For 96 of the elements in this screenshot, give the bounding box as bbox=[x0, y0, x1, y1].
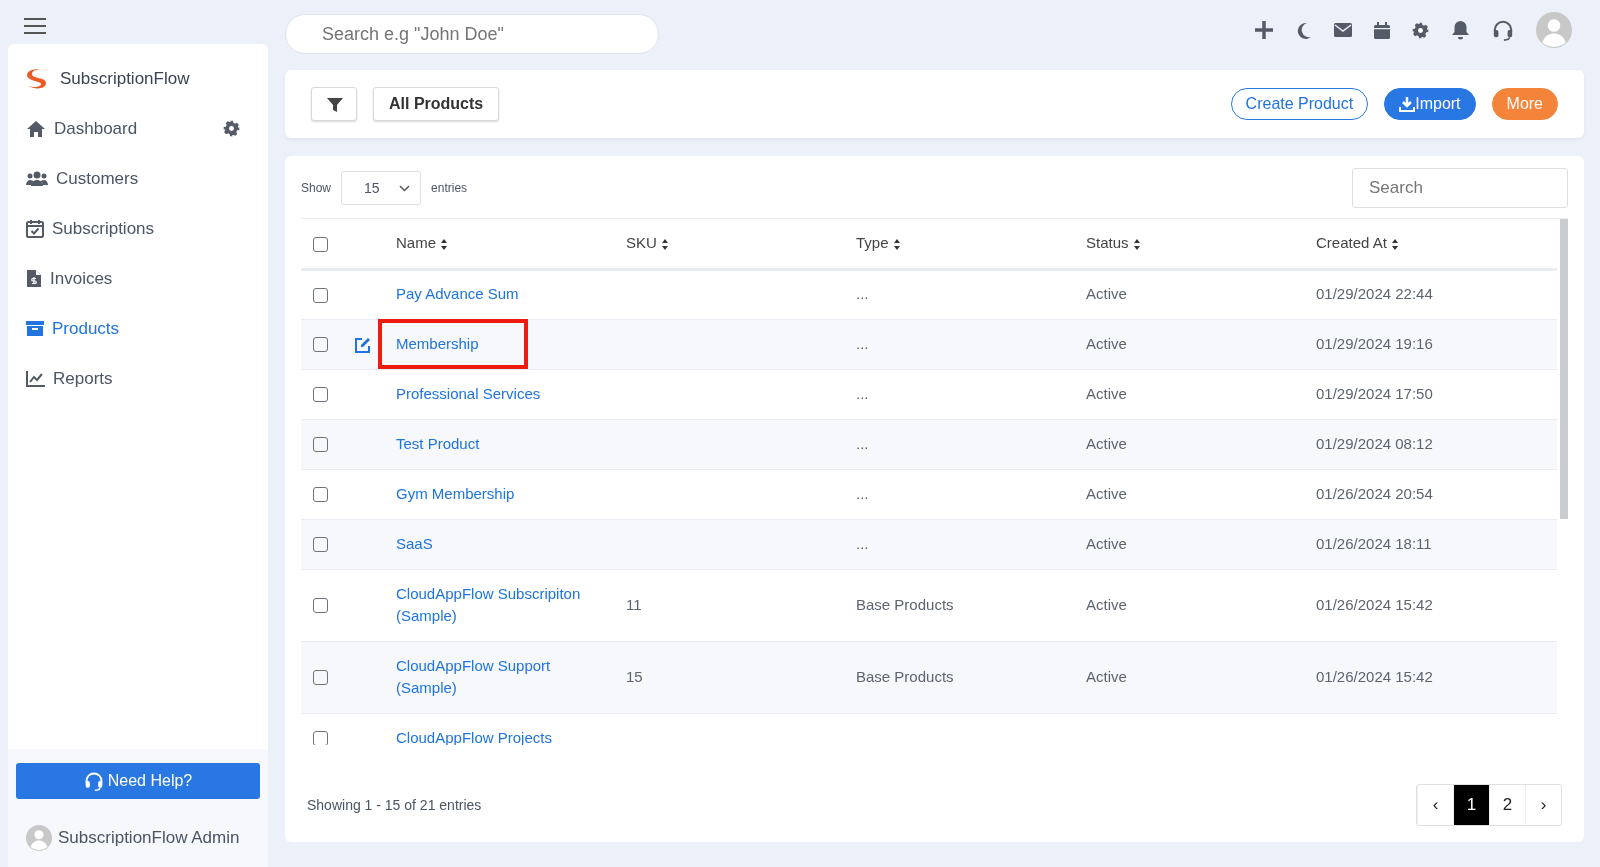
table-cell: ... bbox=[856, 484, 869, 502]
entries-info: Showing 1 - 15 of 21 entries bbox=[307, 795, 482, 815]
show-label: Show bbox=[301, 180, 332, 197]
calendar-icon[interactable] bbox=[1374, 21, 1390, 39]
page-link[interactable]: › bbox=[1525, 785, 1561, 825]
chevron-down-icon bbox=[399, 184, 411, 192]
product-link[interactable]: Gym Membership bbox=[396, 482, 515, 506]
invoice-icon bbox=[26, 269, 42, 288]
table-cell: Active bbox=[1086, 285, 1127, 303]
table-cell: Base Products bbox=[856, 667, 954, 685]
column-header[interactable]: SKU bbox=[626, 234, 669, 251]
checkbox[interactable] bbox=[313, 731, 328, 745]
archive-box-icon bbox=[26, 320, 44, 337]
sidebar-item[interactable]: Subscriptions bbox=[8, 203, 268, 254]
view-button[interactable]: All Products bbox=[373, 87, 500, 121]
column-header[interactable]: Type bbox=[856, 234, 901, 251]
search-field[interactable]: Search bbox=[1352, 168, 1568, 208]
checkbox[interactable] bbox=[313, 670, 328, 686]
user-name[interactable]: SubscriptionFlow Admin bbox=[58, 825, 240, 851]
brand-name: SubscriptionFlow bbox=[60, 68, 190, 90]
table-cell: Base Products bbox=[856, 595, 954, 613]
moon-icon[interactable] bbox=[1296, 21, 1312, 39]
help-button[interactable]: Need Help? bbox=[16, 763, 260, 799]
table-cell: 15 bbox=[626, 667, 643, 685]
table-cell: Active bbox=[1086, 384, 1127, 402]
checkbox[interactable] bbox=[313, 598, 328, 614]
table-cell: Active bbox=[1086, 484, 1127, 502]
checkbox[interactable] bbox=[313, 287, 328, 303]
product-link[interactable]: SaaS bbox=[396, 532, 433, 556]
table-cell: 01/29/2024 17:50 bbox=[1316, 384, 1433, 402]
page-link[interactable]: 2 bbox=[1489, 785, 1525, 825]
line-chart-icon bbox=[26, 370, 45, 387]
table-cell: 01/26/2024 15:42 bbox=[1316, 595, 1433, 613]
table-cell: 01/26/2024 20:54 bbox=[1316, 484, 1433, 502]
table-cell: Active bbox=[1086, 595, 1127, 613]
sort-icon bbox=[892, 237, 901, 251]
sidebar-item[interactable]: Dashboard bbox=[8, 103, 268, 154]
checkbox[interactable] bbox=[313, 537, 328, 553]
sort-icon bbox=[661, 237, 669, 251]
entries-label: entries bbox=[431, 180, 468, 197]
table-cell: 01/29/2024 19:16 bbox=[1316, 334, 1433, 352]
product-link[interactable]: CloudAppFlow Projects bbox=[396, 726, 552, 745]
table-cell: 01/29/2024 08:12 bbox=[1316, 434, 1433, 452]
page-link[interactable]: 1 bbox=[1453, 785, 1489, 825]
table-cell: ... bbox=[856, 434, 869, 452]
checkbox[interactable] bbox=[313, 387, 328, 403]
plus-icon[interactable] bbox=[1254, 20, 1274, 40]
checkbox[interactable] bbox=[313, 437, 328, 453]
product-link[interactable]: Pay Advance Sum bbox=[396, 283, 519, 306]
headset-icon[interactable] bbox=[1492, 19, 1514, 41]
sort-icon bbox=[1132, 237, 1141, 251]
action-button[interactable]: Create Product bbox=[1230, 88, 1369, 120]
settings-icon[interactable] bbox=[223, 120, 240, 137]
table-cell: 01/26/2024 18:11 bbox=[1316, 534, 1432, 552]
sort-icon bbox=[440, 237, 449, 251]
table-cell: 01/26/2024 15:42 bbox=[1316, 667, 1433, 685]
table-cell: ... bbox=[856, 334, 869, 352]
table-cell: Active bbox=[1086, 434, 1127, 452]
table-cell: ... bbox=[856, 534, 869, 552]
product-link[interactable]: Professional Services bbox=[396, 382, 541, 406]
sidebar-item[interactable]: Products bbox=[8, 303, 268, 354]
table-cell: ... bbox=[856, 384, 869, 402]
mail-icon[interactable] bbox=[1334, 23, 1352, 37]
column-header[interactable]: Name bbox=[396, 234, 449, 251]
settings-icon[interactable] bbox=[1412, 21, 1429, 39]
table-cell: 01/29/2024 22:44 bbox=[1316, 285, 1433, 303]
table-cell: 11 bbox=[626, 595, 642, 613]
filter-icon bbox=[327, 96, 343, 113]
filter-button[interactable] bbox=[311, 87, 357, 121]
page-size-select[interactable]: 15 bbox=[341, 171, 422, 205]
table-cell: Active bbox=[1086, 334, 1127, 352]
scrollbar[interactable] bbox=[1560, 219, 1568, 519]
bell-icon[interactable] bbox=[1451, 20, 1470, 40]
action-button[interactable]: Import bbox=[1384, 88, 1476, 120]
table-cell: ... bbox=[856, 285, 869, 303]
download-icon bbox=[1399, 96, 1416, 113]
calendar-check-icon bbox=[26, 219, 44, 238]
search-field[interactable]: Search e.g "John Doe" bbox=[285, 14, 659, 54]
checkbox[interactable] bbox=[313, 487, 328, 503]
sidebar-item[interactable]: Invoices bbox=[8, 253, 268, 304]
product-link[interactable]: CloudAppFlow Subscripiton (Sample) bbox=[396, 582, 596, 628]
checkbox[interactable] bbox=[313, 236, 328, 252]
users-icon bbox=[26, 170, 48, 187]
menu-icon[interactable] bbox=[24, 18, 46, 34]
product-link[interactable]: Test Product bbox=[396, 432, 480, 456]
sidebar-item[interactable]: Customers bbox=[8, 153, 268, 204]
home-icon bbox=[26, 119, 46, 138]
edit-icon[interactable] bbox=[354, 336, 371, 353]
headset-icon bbox=[83, 771, 104, 791]
sidebar-item[interactable]: Reports bbox=[8, 353, 268, 404]
table-cell: Active bbox=[1086, 534, 1127, 552]
column-header[interactable]: Created At bbox=[1316, 234, 1400, 251]
sort-icon bbox=[1391, 237, 1400, 251]
checkbox[interactable] bbox=[313, 337, 328, 353]
table-cell: Active bbox=[1086, 667, 1127, 685]
column-header[interactable]: Status bbox=[1086, 234, 1141, 251]
